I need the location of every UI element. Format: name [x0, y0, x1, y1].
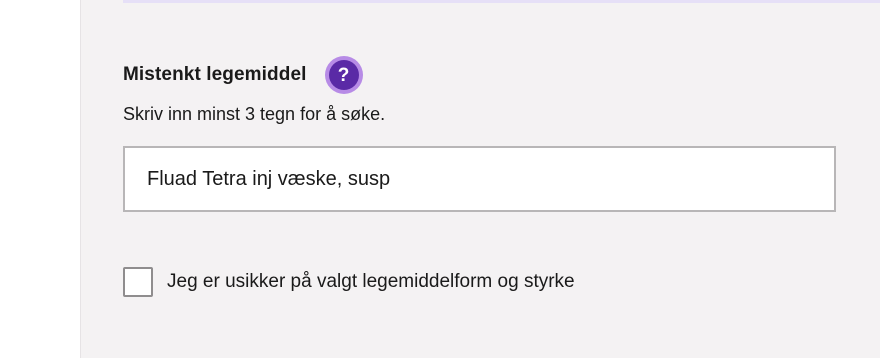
section-top-border [123, 0, 880, 3]
left-gutter [0, 0, 80, 358]
uncertain-form-checkbox[interactable] [123, 267, 153, 297]
field-hint: Skriv inn minst 3 tegn for å søke. [123, 104, 386, 124]
help-button[interactable]: ? [324, 56, 363, 94]
uncertain-form-checkbox-row[interactable]: Jeg er usikker på valgt legemiddelform o… [123, 267, 575, 297]
checkbox-label[interactable]: Jeg er usikker på valgt legemiddelform o… [167, 271, 575, 293]
field-label-row: Mistenkt legemiddel ? [123, 56, 363, 94]
form-panel: Mistenkt legemiddel ? Skriv inn minst 3 … [80, 0, 880, 358]
question-mark-icon: ? [328, 60, 359, 90]
drug-search-input[interactable] [123, 146, 836, 212]
field-label: Mistenkt legemiddel [123, 64, 307, 85]
